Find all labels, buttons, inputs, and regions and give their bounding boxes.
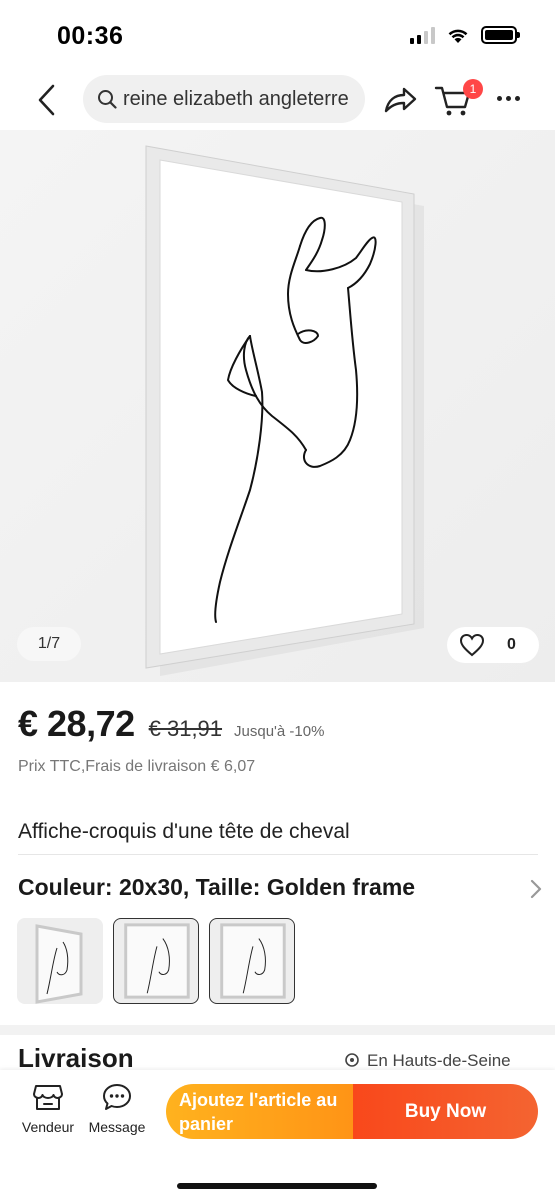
signal-icon <box>410 26 435 44</box>
delivery-location: En Hauts-de-Seine <box>343 1051 511 1071</box>
price-original: € 31,91 <box>148 716 223 741</box>
variant-selector[interactable]: Couleur: 20x30, Taille: Golden frame <box>18 874 543 906</box>
wishlist-count: 0 <box>507 636 516 653</box>
variant-thumbnail[interactable] <box>113 918 199 1004</box>
tax-shipping-info: Prix TTC,Frais de livraison € 6,07 <box>18 758 256 775</box>
product-title: Affiche-croquis d'une tête de cheval <box>18 820 350 843</box>
variant-thumbnail[interactable] <box>17 918 103 1004</box>
add-to-cart-button[interactable]: Ajoutez l'article au panier <box>166 1084 353 1139</box>
thumbnail-image <box>124 923 190 999</box>
battery-icon <box>481 26 520 44</box>
home-indicator <box>177 1183 377 1189</box>
section-separator <box>0 1025 555 1035</box>
location-icon <box>345 1053 359 1067</box>
heart-icon <box>459 633 485 657</box>
status-time: 00:36 <box>57 22 124 50</box>
product-image <box>0 130 555 682</box>
price-row: € 28,72 € 31,91 Jusqu'à -10% <box>18 703 324 745</box>
message-label: Message <box>88 1119 146 1135</box>
purchase-actions: Ajoutez l'article au panier Buy Now <box>166 1084 538 1139</box>
search-icon <box>98 90 117 109</box>
search-input[interactable]: reine elizabeth angleterre <box>83 75 365 123</box>
seller-label: Vendeur <box>21 1119 75 1135</box>
nav-bar: reine elizabeth angleterre 1 <box>0 70 555 130</box>
chevron-right-icon <box>530 879 542 899</box>
delivery-location-text: En Hauts-de-Seine <box>367 1051 511 1070</box>
cart-badge: 1 <box>463 79 483 99</box>
store-icon <box>33 1085 63 1110</box>
divider <box>18 854 538 855</box>
search-query: reine elizabeth angleterre <box>123 87 349 110</box>
variant-thumbnail[interactable] <box>209 918 295 1004</box>
more-button[interactable] <box>493 88 523 108</box>
bottom-action-bar: Vendeur Message Ajoutez l'article au pan… <box>0 1070 555 1200</box>
delivery-row[interactable]: Livraison En Hauts-de-Seine <box>18 1043 538 1073</box>
status-bar: 00:36 <box>0 0 555 70</box>
share-button[interactable] <box>382 82 418 118</box>
image-counter: 1/7 <box>17 627 81 661</box>
more-icon <box>496 95 502 101</box>
share-icon <box>384 87 417 113</box>
back-button[interactable] <box>30 80 64 120</box>
variant-thumbnails <box>17 918 295 1004</box>
wishlist-button[interactable]: 0 <box>447 627 539 663</box>
discount-label: Jusqu'à -10% <box>234 723 325 740</box>
variant-label: Couleur: 20x30, Taille: Golden frame <box>18 874 416 900</box>
message-button[interactable]: Message <box>87 1082 147 1135</box>
wifi-icon <box>448 29 468 43</box>
status-icons <box>410 26 520 44</box>
buy-now-button[interactable]: Buy Now <box>353 1084 538 1139</box>
seller-button[interactable]: Vendeur <box>18 1082 78 1135</box>
back-icon <box>38 84 55 116</box>
product-gallery[interactable]: 1/7 0 <box>0 130 555 682</box>
price-current: € 28,72 <box>18 703 135 744</box>
thumbnail-image <box>35 924 83 1004</box>
thumbnail-image <box>220 923 286 999</box>
message-icon <box>103 1084 131 1110</box>
delivery-title: Livraison <box>18 1043 134 1073</box>
